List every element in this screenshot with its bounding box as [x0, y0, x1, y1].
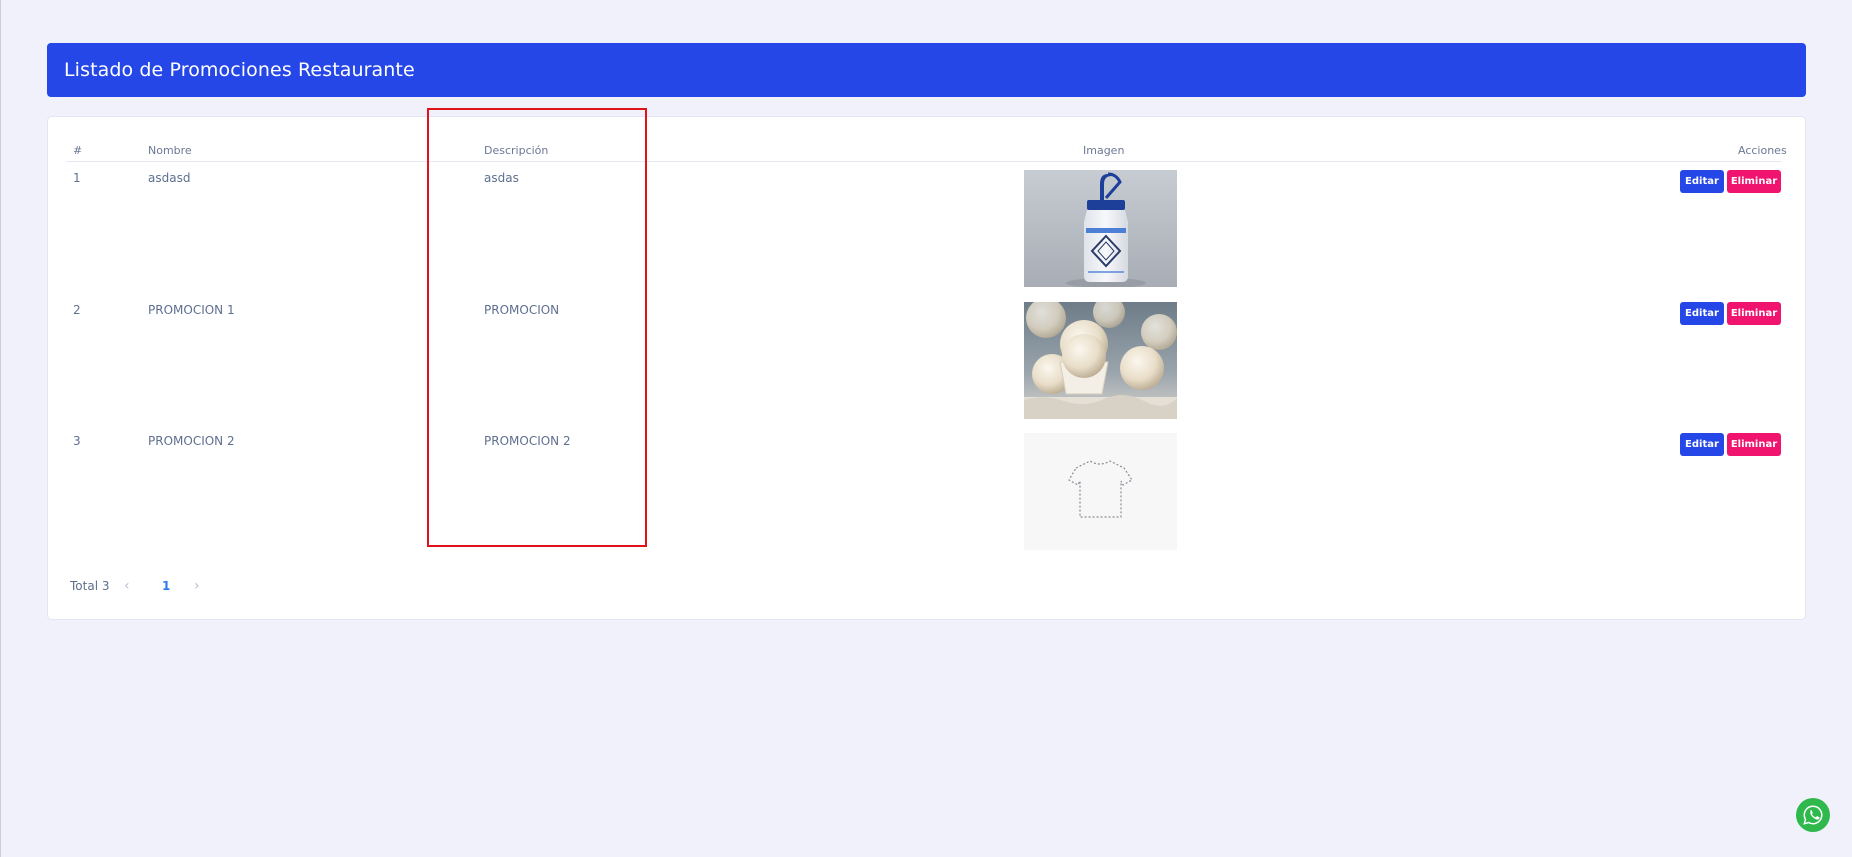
- delete-button[interactable]: Eliminar: [1727, 170, 1781, 193]
- column-header-actions: Acciones: [1738, 144, 1787, 157]
- column-header-description: Descripción: [484, 144, 549, 157]
- whatsapp-glyph: [1803, 805, 1823, 825]
- row-num: 2: [73, 303, 81, 317]
- page: Listado de Promociones Restaurante # Nom…: [0, 0, 1852, 857]
- chevron-left-icon[interactable]: ‹: [124, 578, 130, 594]
- pagination-total: Total 3: [70, 579, 110, 593]
- row-name: PROMOCION 1: [148, 303, 235, 317]
- row-num: 1: [73, 171, 81, 185]
- tshirt-placeholder-image: [1024, 433, 1177, 550]
- row-name: asdasd: [148, 171, 191, 185]
- coconut-truffles-image: [1024, 302, 1177, 419]
- column-header-name: Nombre: [148, 144, 192, 157]
- edit-button[interactable]: Editar: [1680, 302, 1724, 325]
- chevron-right-icon[interactable]: ›: [194, 578, 200, 594]
- row-description: asdas: [484, 171, 519, 185]
- header-divider: [66, 161, 1782, 162]
- edit-button[interactable]: Editar: [1680, 170, 1724, 193]
- row-description: PROMOCION: [484, 303, 560, 317]
- whatsapp-icon[interactable]: [1796, 798, 1830, 832]
- row-name: PROMOCION 2: [148, 434, 235, 448]
- delete-button[interactable]: Eliminar: [1727, 433, 1781, 456]
- row-num: 3: [73, 434, 81, 448]
- left-divider: [0, 0, 1, 857]
- delete-button[interactable]: Eliminar: [1727, 302, 1781, 325]
- page-title: Listado de Promociones Restaurante: [64, 59, 415, 81]
- edit-button[interactable]: Editar: [1680, 433, 1724, 456]
- column-header-num: #: [73, 144, 83, 157]
- promotions-table-card: [47, 116, 1806, 620]
- row-description: PROMOCION 2: [484, 434, 571, 448]
- page-header: Listado de Promociones Restaurante: [47, 43, 1806, 97]
- column-header-image: Imagen: [1083, 144, 1125, 157]
- wash-bottle-image: [1024, 170, 1177, 287]
- pagination-page-1[interactable]: 1: [162, 578, 170, 594]
